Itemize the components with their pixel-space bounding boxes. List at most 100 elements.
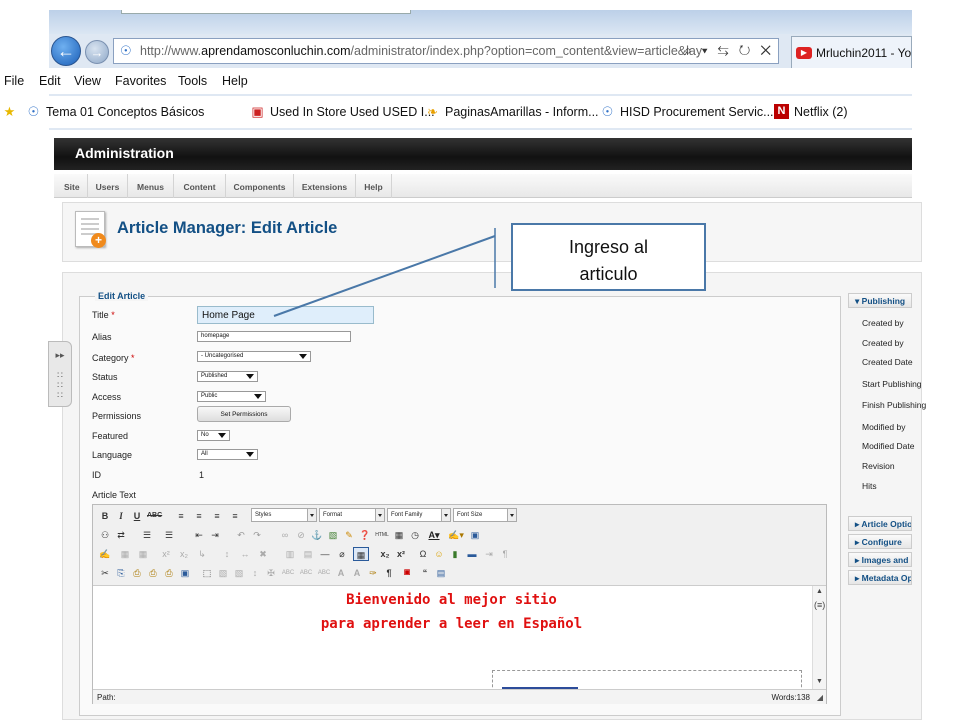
- acronym-icon[interactable]: ABC: [317, 566, 331, 580]
- superscript-x-icon[interactable]: x²: [395, 547, 407, 561]
- title-input[interactable]: Home Page: [197, 306, 374, 324]
- menu-edit[interactable]: Edit: [39, 74, 61, 88]
- cut-icon[interactable]: ✂: [99, 566, 111, 580]
- menu-help[interactable]: Help: [222, 74, 248, 88]
- pilcrow-icon[interactable]: ¶: [383, 566, 395, 580]
- numbered-list-icon[interactable]: ☰: [161, 528, 177, 542]
- delete-icon[interactable]: ✖: [257, 547, 269, 561]
- abbr-icon[interactable]: ABC: [299, 566, 313, 580]
- category-select[interactable]: - Uncategorised: [197, 351, 311, 362]
- superscript-icon[interactable]: x²: [159, 547, 173, 561]
- help-icon[interactable]: ❓: [359, 528, 371, 542]
- highlight-icon[interactable]: ✍▾: [447, 528, 465, 542]
- absolute-icon[interactable]: ▧: [217, 566, 229, 580]
- metadata-options-header[interactable]: ▸ Metadata Options: [848, 570, 912, 585]
- paste-text-icon[interactable]: ⎙: [147, 566, 159, 580]
- delete-text-icon[interactable]: A: [351, 566, 363, 580]
- subscript-x-icon[interactable]: x₂: [379, 547, 391, 561]
- redo-icon[interactable]: ↷: [251, 528, 263, 542]
- row-props-icon[interactable]: ▦: [137, 547, 149, 561]
- menu-favorites[interactable]: Favorites: [115, 74, 166, 88]
- align-left-icon[interactable]: ≡: [175, 509, 187, 523]
- ltr-icon[interactable]: ⇥: [483, 547, 495, 561]
- font-color-icon[interactable]: A▾: [425, 528, 443, 542]
- move-backward-icon[interactable]: ↕: [249, 566, 261, 580]
- media-icon[interactable]: ▮: [449, 547, 461, 561]
- admin-menu-menus[interactable]: Menus: [128, 174, 174, 198]
- sidebar-toggle[interactable]: ▸▸ ∷ ∷ ∷: [48, 341, 72, 407]
- insert-date-icon[interactable]: ▦: [393, 528, 405, 542]
- anchor-icon[interactable]: ⚓: [311, 528, 323, 542]
- paste-word-icon[interactable]: ⎙: [163, 566, 175, 580]
- cite-icon[interactable]: ABC: [281, 566, 295, 580]
- favorite-item[interactable]: ▣ Used In Store Used USED I...: [250, 104, 434, 119]
- select-all-icon[interactable]: ▣: [179, 566, 191, 580]
- forward-button[interactable]: →: [85, 40, 109, 64]
- insert-col-icon[interactable]: ↔: [239, 547, 251, 561]
- browser-tab[interactable]: ▶ Mrluchin2011 - Yo: [791, 36, 912, 68]
- favorite-item[interactable]: ❧ PaginasAmarillas - Inform...: [425, 104, 598, 119]
- article-options-header[interactable]: ▸ Article Options: [848, 516, 912, 531]
- images-links-header[interactable]: ▸ Images and Links: [848, 552, 912, 567]
- split-cells-icon[interactable]: ▥: [283, 547, 297, 561]
- admin-menu-site[interactable]: Site: [54, 174, 88, 198]
- rtl-icon[interactable]: ¶: [499, 547, 511, 561]
- admin-menu-components[interactable]: Components: [226, 174, 294, 198]
- unlink-icon[interactable]: ⊘: [295, 528, 307, 542]
- indent-icon[interactable]: ⇥: [209, 528, 221, 542]
- font-family-select[interactable]: Font Family: [387, 508, 451, 522]
- insert-row-icon[interactable]: ↕: [221, 547, 233, 561]
- menu-tools[interactable]: Tools: [178, 74, 207, 88]
- set-permissions-button[interactable]: Set Permissions: [197, 406, 291, 422]
- image-icon[interactable]: ▧: [327, 528, 339, 542]
- page-break-icon[interactable]: ▣: [401, 566, 413, 580]
- favorites-star-icon[interactable]: ★: [2, 104, 22, 119]
- menu-view[interactable]: View: [74, 74, 101, 88]
- hr-icon[interactable]: ▬: [465, 547, 479, 561]
- font-size-select[interactable]: Font Size: [453, 508, 517, 522]
- html-icon[interactable]: HTML: [375, 528, 389, 542]
- featured-select[interactable]: No: [197, 430, 230, 441]
- style-props-icon[interactable]: ✠: [265, 566, 277, 580]
- styles-select[interactable]: Styles: [251, 508, 317, 522]
- language-select[interactable]: All: [197, 449, 258, 460]
- favorite-item[interactable]: ☉ Tema 01 Conceptos Básicos: [26, 104, 205, 119]
- template-icon[interactable]: ▤: [435, 566, 447, 580]
- subscript-icon[interactable]: x₂: [177, 547, 191, 561]
- address-bar[interactable]: ☉ http://www. aprendamosconluchin.com/adm…: [113, 38, 779, 64]
- scroll-up-icon[interactable]: ▲: [816, 588, 823, 595]
- table-icon[interactable]: ▦: [119, 547, 131, 561]
- editor-content-area[interactable]: Bienvenido al mejor sitio para aprender …: [93, 585, 826, 692]
- find-icon[interactable]: ⚇: [99, 528, 111, 542]
- back-button[interactable]: ←: [51, 36, 81, 66]
- align-center-icon[interactable]: ≡: [193, 509, 205, 523]
- publishing-header[interactable]: ▾ Publishing: [848, 293, 912, 308]
- insert-text-icon[interactable]: A: [335, 566, 347, 580]
- admin-menu-help[interactable]: Help: [356, 174, 392, 198]
- paste-icon[interactable]: ⎙: [131, 566, 143, 580]
- bullet-list-icon[interactable]: ☰: [139, 528, 155, 542]
- insert-time-icon[interactable]: ◷: [409, 528, 421, 542]
- configure-header[interactable]: ▸ Configure: [848, 534, 912, 549]
- fullscreen-icon[interactable]: ▣: [469, 528, 481, 542]
- status-select[interactable]: Published: [197, 371, 258, 382]
- outdent-icon[interactable]: ⇤: [193, 528, 205, 542]
- visual-aid-icon[interactable]: ▦: [353, 547, 369, 561]
- menu-file[interactable]: File: [4, 74, 24, 88]
- admin-menu-extensions[interactable]: Extensions: [294, 174, 356, 198]
- align-right-icon[interactable]: ≡: [211, 509, 223, 523]
- attributes-icon[interactable]: ✑: [367, 566, 379, 580]
- strikethrough-icon[interactable]: ABC: [147, 509, 162, 523]
- favorite-item[interactable]: N Netflix (2): [774, 104, 847, 119]
- blockquote-icon[interactable]: “: [419, 566, 431, 580]
- special-char-icon[interactable]: Ω: [417, 547, 429, 561]
- link-icon[interactable]: ∞: [279, 528, 291, 542]
- editor-scrollbar[interactable]: ▲ (≡) ▼: [812, 586, 826, 690]
- move-forward-icon[interactable]: ▧: [233, 566, 245, 580]
- admin-menu-content[interactable]: Content: [174, 174, 226, 198]
- scroll-down-icon[interactable]: ▼: [816, 678, 823, 685]
- alias-input[interactable]: homepage: [197, 331, 351, 342]
- copy-icon[interactable]: ⎘: [115, 566, 127, 580]
- emoticon-icon[interactable]: ☺: [433, 547, 445, 561]
- admin-menu-users[interactable]: Users: [88, 174, 128, 198]
